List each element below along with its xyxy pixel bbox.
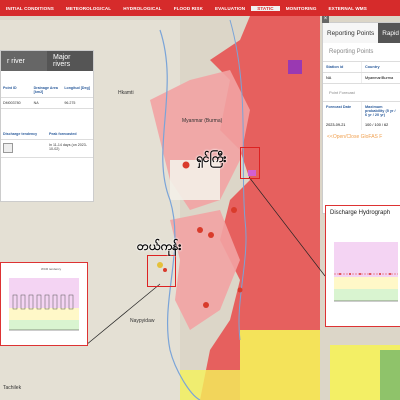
reporting-point-marker xyxy=(208,232,214,238)
value-drainage: NA xyxy=(33,101,39,105)
right-hydrograph-chart: Discharge Hydrograph xyxy=(325,205,400,327)
header-drainage: Drainage Area [km2] xyxy=(33,86,58,94)
header-station-id: Station id xyxy=(323,62,362,72)
header-max-probability: Maximum probability (5 yr / 6 yr / 20 yr… xyxy=(362,102,400,120)
nav-static[interactable]: STATIC xyxy=(251,5,280,11)
reporting-point-marker xyxy=(237,287,243,293)
nav-monitoring[interactable]: MONITORING xyxy=(280,6,323,11)
nav-flood-risk[interactable]: FLOOD RISK xyxy=(168,6,209,11)
nav-external-wms[interactable]: EXTERNAL WMS xyxy=(323,6,373,11)
value-country: Myanmar/Burma xyxy=(362,73,400,83)
close-icon[interactable]: × xyxy=(322,16,329,23)
map-label-big1: ရှင်ကြီး xyxy=(196,151,227,165)
header-forecast-date: Forecast Date xyxy=(323,102,362,120)
value-station-id: NA xyxy=(323,73,362,83)
left-chart-legend: WCR tendency xyxy=(41,267,62,271)
header-peak-forecasted: Peak forecasted xyxy=(49,132,77,136)
map-label-big2: တယ်ကုန်း xyxy=(137,239,182,253)
tab-river[interactable]: r river xyxy=(1,51,47,71)
hydrograph-title: Discharge Hydrograph xyxy=(330,210,391,216)
tendency-icon xyxy=(1,140,47,157)
reporting-point-marker xyxy=(197,227,203,233)
map-label-town1: Hkamti xyxy=(118,90,134,96)
reporting-point-marker xyxy=(182,161,190,169)
value-peak-forecasted: In 11-14 days (on 2023-10-02) xyxy=(49,143,87,151)
value-forecast-date: 2023-09-21 xyxy=(323,120,362,130)
map-label-town2: Naypyidaw xyxy=(130,318,155,324)
highlight-box xyxy=(240,147,260,179)
header-country: Country xyxy=(362,62,400,72)
header-point-id: Point ID xyxy=(3,86,17,90)
nav-evaluation[interactable]: EVALUATION xyxy=(209,6,251,11)
reporting-points-subtitle: Reporting Points xyxy=(323,43,400,62)
point-forecast-heading: Point Forecast xyxy=(323,84,400,102)
map-label-country: Myanmar (Burma) xyxy=(182,118,223,124)
tab-rapid[interactable]: Rapid xyxy=(378,23,400,43)
nav-initial-conditions[interactable]: INITIAL CONDITIONS xyxy=(0,6,60,11)
header-discharge-tendency: Discharge tendency xyxy=(3,132,38,136)
map-label-town3: Tachilek xyxy=(3,385,22,391)
value-longitude: 96.275 xyxy=(64,101,76,105)
value-max-probability: 100 / 100 / 62 xyxy=(362,120,400,130)
tab-reporting-points[interactable]: Reporting Points xyxy=(323,23,379,43)
header-longitude: Longitud [Deg] xyxy=(64,86,90,90)
nav-meteorological[interactable]: METEOROLOGICAL xyxy=(60,6,117,11)
left-hydrograph-chart: WCR tendency xyxy=(0,262,88,346)
reporting-point-marker xyxy=(203,302,209,308)
value-point-id: DM003780 xyxy=(3,101,21,105)
reporting-point-marker xyxy=(231,207,237,213)
reporting-points-panel: Reporting Points Rapid Reporting Points … xyxy=(322,22,400,214)
highlight-box xyxy=(147,255,176,287)
point-info-panel: r river Major rivers Point ID Drainage A… xyxy=(0,50,94,202)
main-navigation: INITIAL CONDITIONS METEOROLOGICAL HYDROL… xyxy=(0,0,400,16)
tab-major-rivers[interactable]: Major rivers xyxy=(47,51,93,71)
nav-hydrological[interactable]: HYDROLOGICAL xyxy=(117,6,167,11)
open-close-glofas-link[interactable]: <<Open/Close GloFAS F xyxy=(323,130,400,144)
